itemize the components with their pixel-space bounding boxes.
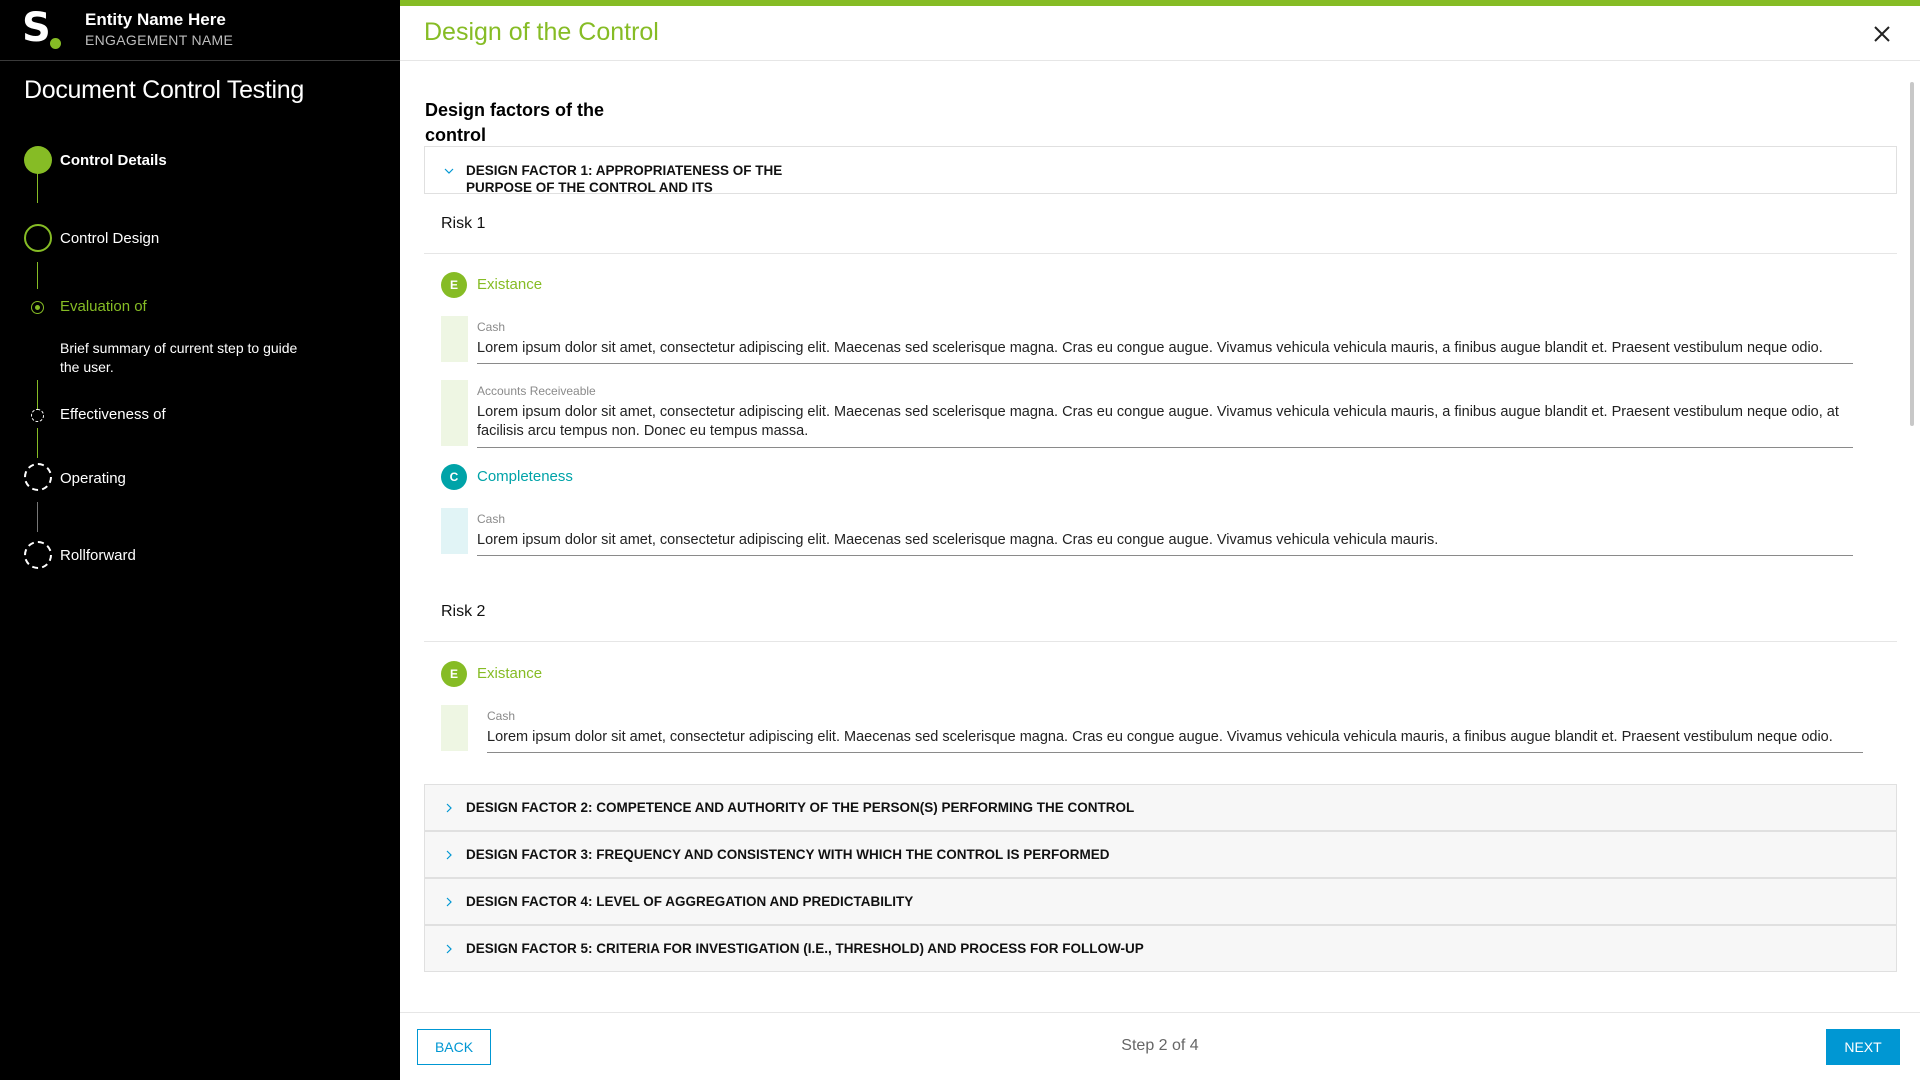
risk-title: Risk 1 bbox=[441, 215, 486, 232]
design-factor-title: DESIGN FACTOR 3: FREQUENCY AND CONSISTEN… bbox=[466, 847, 1110, 862]
account-entry[interactable]: Cash Lorem ipsum dolor sit amet, consect… bbox=[441, 508, 1853, 556]
account-entry[interactable]: Accounts Receiveable Lorem ipsum dolor s… bbox=[441, 380, 1853, 448]
close-icon[interactable] bbox=[1870, 22, 1894, 46]
account-label: Cash bbox=[477, 320, 506, 334]
risk-title: Risk 2 bbox=[441, 603, 486, 620]
entry-marker bbox=[441, 316, 468, 362]
sidebar-title: Document Control Testing bbox=[24, 76, 304, 104]
assertion-label: Existance bbox=[477, 276, 543, 293]
input-underline bbox=[477, 447, 1853, 448]
account-entry[interactable]: Cash Lorem ipsum dolor sit amet, consect… bbox=[441, 316, 1853, 364]
substep-evaluation[interactable]: Evaluation of bbox=[60, 298, 147, 315]
account-description[interactable]: Lorem ipsum dolor sit amet, consectetur … bbox=[487, 728, 1857, 747]
step-connector bbox=[37, 502, 38, 532]
logo: S bbox=[22, 5, 51, 51]
step-rollforward[interactable]: Rollforward bbox=[60, 547, 136, 564]
substep-pending-icon bbox=[31, 409, 44, 422]
chevron-right-icon bbox=[446, 944, 452, 954]
brand-header: S Entity Name Here ENGAGEMENT NAME bbox=[0, 0, 400, 61]
assertion-badge: E bbox=[441, 272, 467, 298]
account-description[interactable]: Lorem ipsum dolor sit amet, consectetur … bbox=[477, 339, 1847, 358]
design-factor-2-header[interactable]: DESIGN FACTOR 2: COMPETENCE AND AUTHORIT… bbox=[424, 784, 1897, 831]
chevron-right-icon bbox=[446, 850, 452, 860]
design-factor-4-header[interactable]: DESIGN FACTOR 4: LEVEL OF AGGREGATION AN… bbox=[424, 878, 1897, 925]
step-operating-effectiveness[interactable]: Operating Effectiveness bbox=[60, 470, 160, 487]
entity-name: Entity Name Here bbox=[85, 10, 226, 29]
step-connector bbox=[37, 428, 38, 458]
main-panel: Design of the Control Design factors of … bbox=[400, 0, 1920, 1080]
assertion-label: Existance bbox=[477, 665, 543, 682]
panel-header: Design of the Control bbox=[400, 6, 1920, 61]
input-underline bbox=[477, 363, 1853, 364]
footer: BACK Step 2 of 4 NEXT bbox=[400, 1012, 1920, 1080]
account-description[interactable]: Lorem ipsum dolor sit amet, consectetur … bbox=[477, 403, 1853, 441]
chevron-right-icon bbox=[446, 897, 452, 907]
page-title: Design of the Control bbox=[424, 18, 659, 46]
scrollbar[interactable] bbox=[1910, 82, 1914, 426]
design-factor-1-title: DESIGN FACTOR 1: APPROPRIATENESS OF THE … bbox=[466, 163, 783, 194]
section-title: Design factors of the control bbox=[425, 100, 605, 145]
divider bbox=[424, 253, 1897, 254]
step-summary: Brief summary of current step to guide t… bbox=[60, 340, 298, 375]
divider bbox=[424, 641, 1897, 642]
step-todo-icon bbox=[24, 463, 52, 491]
step-complete-icon bbox=[24, 146, 52, 174]
step-connector bbox=[37, 380, 38, 410]
entry-marker bbox=[441, 508, 468, 554]
substep-current-icon bbox=[31, 301, 44, 314]
design-factor-5-header[interactable]: DESIGN FACTOR 5: CRITERIA FOR INVESTIGAT… bbox=[424, 925, 1897, 972]
step-connector bbox=[37, 262, 38, 289]
account-label: Cash bbox=[477, 512, 506, 526]
logo-dot-icon bbox=[50, 38, 61, 49]
step-indicator: Step 2 of 4 bbox=[1121, 1037, 1199, 1054]
sidebar: S Entity Name Here ENGAGEMENT NAME Docum… bbox=[0, 0, 400, 1080]
design-factor-title: DESIGN FACTOR 4: LEVEL OF AGGREGATION AN… bbox=[466, 894, 914, 909]
design-factor-title: DESIGN FACTOR 5: CRITERIA FOR INVESTIGAT… bbox=[466, 941, 1144, 956]
input-underline bbox=[477, 555, 1853, 556]
assertion-badge: C bbox=[441, 464, 467, 490]
account-entry[interactable]: Cash Lorem ipsum dolor sit amet, consect… bbox=[441, 705, 1863, 755]
entry-marker bbox=[441, 705, 468, 751]
design-factor-1-header[interactable]: DESIGN FACTOR 1: APPROPRIATENESS OF THE … bbox=[424, 146, 1897, 194]
engagement-name: ENGAGEMENT NAME bbox=[85, 32, 234, 48]
step-todo-icon bbox=[24, 541, 52, 569]
assertion-badge: E bbox=[441, 661, 467, 687]
account-label: Cash bbox=[487, 709, 516, 723]
step-connector bbox=[37, 173, 38, 203]
step-active-icon bbox=[24, 224, 52, 252]
next-button[interactable]: NEXT bbox=[1826, 1029, 1900, 1065]
entry-marker bbox=[441, 380, 468, 446]
step-control-design[interactable]: Control Design bbox=[60, 230, 159, 247]
chevron-right-icon bbox=[446, 803, 452, 813]
design-factor-3-header[interactable]: DESIGN FACTOR 3: FREQUENCY AND CONSISTEN… bbox=[424, 831, 1897, 878]
assertion-label: Completeness bbox=[477, 468, 573, 485]
account-description[interactable]: Lorem ipsum dolor sit amet, consectetur … bbox=[477, 531, 1847, 550]
step-control-details[interactable]: Control Details bbox=[60, 152, 167, 169]
chevron-down-icon bbox=[444, 168, 454, 174]
substep-effectiveness[interactable]: Effectiveness of bbox=[60, 406, 166, 423]
scroll-content[interactable]: Design factors of the control DESIGN FAC… bbox=[400, 62, 1920, 1012]
input-underline bbox=[487, 752, 1863, 753]
account-label: Accounts Receiveable bbox=[477, 384, 596, 398]
design-factor-title: DESIGN FACTOR 2: COMPETENCE AND AUTHORIT… bbox=[466, 800, 1135, 815]
